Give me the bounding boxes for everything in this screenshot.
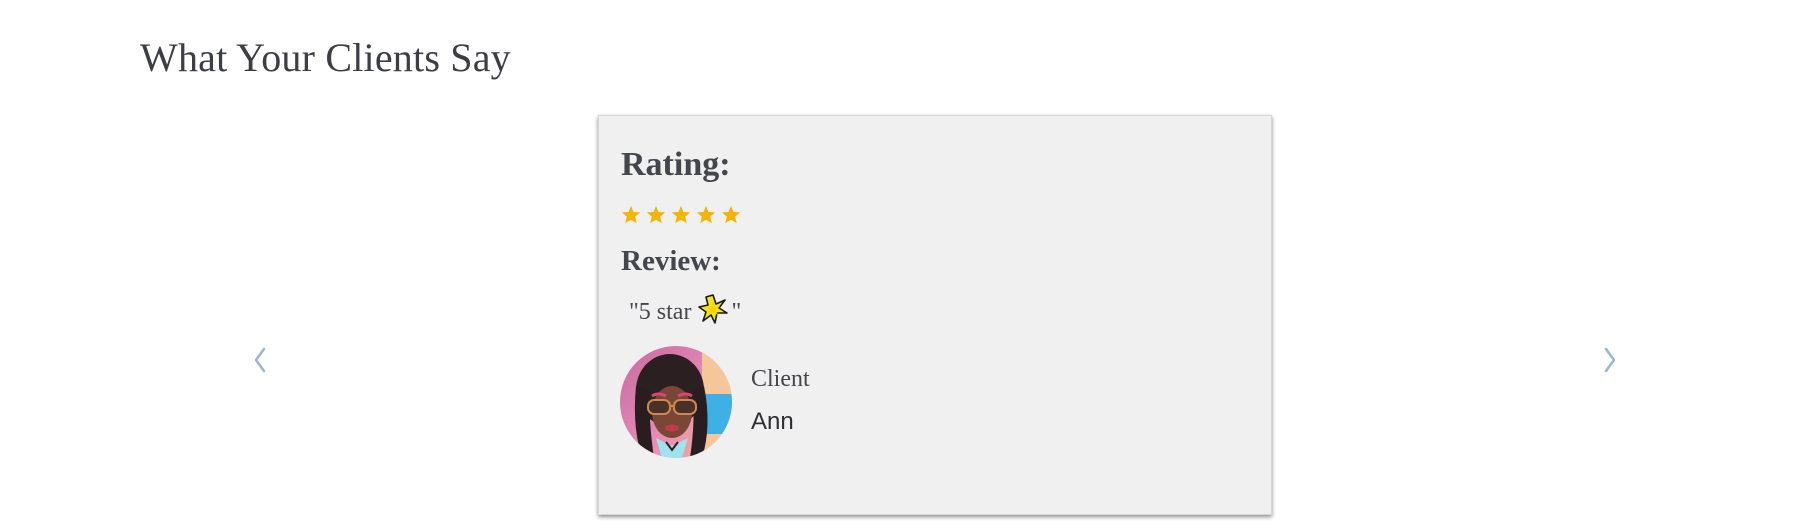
star-icon xyxy=(671,205,691,224)
review-text: "5 star " xyxy=(629,294,741,331)
review-card: Rating: Review: "5 star " Client Ann xyxy=(598,115,1272,515)
rating-heading: Rating: xyxy=(621,146,731,183)
client-label: Client xyxy=(751,366,810,392)
client-name: Ann xyxy=(751,408,794,435)
sparkle-star-icon xyxy=(698,294,729,331)
star-icon xyxy=(621,205,641,224)
star-icon xyxy=(721,205,741,224)
section-title: What Your Clients Say xyxy=(140,35,511,80)
review-text-suffix: " xyxy=(731,299,742,325)
star-icon xyxy=(646,205,666,224)
review-text-prefix: "5 star xyxy=(629,299,692,325)
star-rating xyxy=(621,205,741,224)
carousel-next-button[interactable] xyxy=(1593,336,1627,384)
carousel-prev-button[interactable] xyxy=(243,336,277,384)
client-avatar xyxy=(620,346,732,458)
chevron-right-icon xyxy=(1603,347,1617,373)
review-heading: Review: xyxy=(621,245,721,277)
chevron-left-icon xyxy=(253,347,267,373)
star-icon xyxy=(696,205,716,224)
